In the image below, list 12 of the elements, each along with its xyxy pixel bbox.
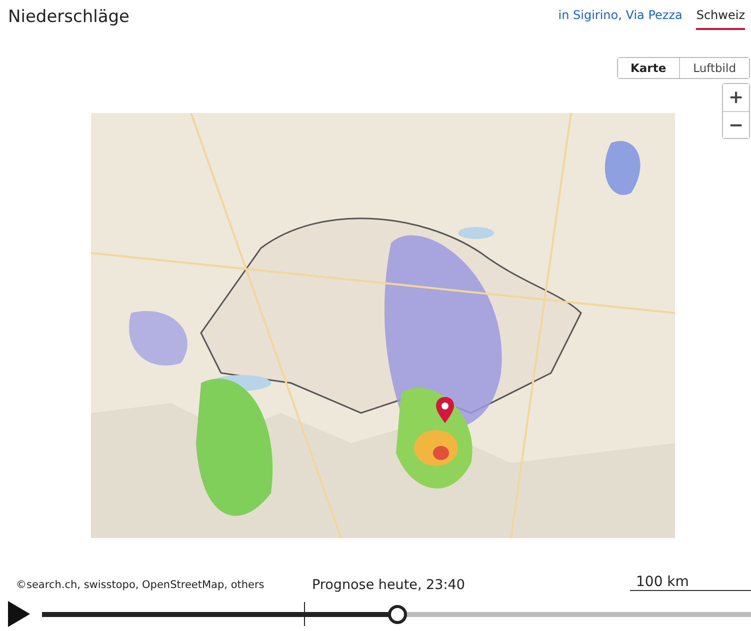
now-marker	[304, 602, 306, 626]
location-tab[interactable]: in Sigirino, Via Pezza	[558, 8, 682, 30]
map-type-tab[interactable]: Luftbild	[679, 58, 749, 78]
timeline-handle[interactable]	[388, 605, 406, 624]
location-pin-icon	[436, 397, 454, 423]
play-button[interactable]	[8, 601, 30, 627]
location-tab[interactable]: Schweiz	[696, 8, 745, 30]
forecast-time: Prognose heute, 23:40	[312, 577, 465, 593]
page-title: Niederschläge	[8, 7, 130, 27]
attribution-text: ©search.ch, swisstopo, OpenStreetMap, others	[16, 579, 264, 591]
zoom-out-button[interactable]: −	[723, 111, 749, 138]
scale-bar: 100 km	[630, 574, 751, 591]
